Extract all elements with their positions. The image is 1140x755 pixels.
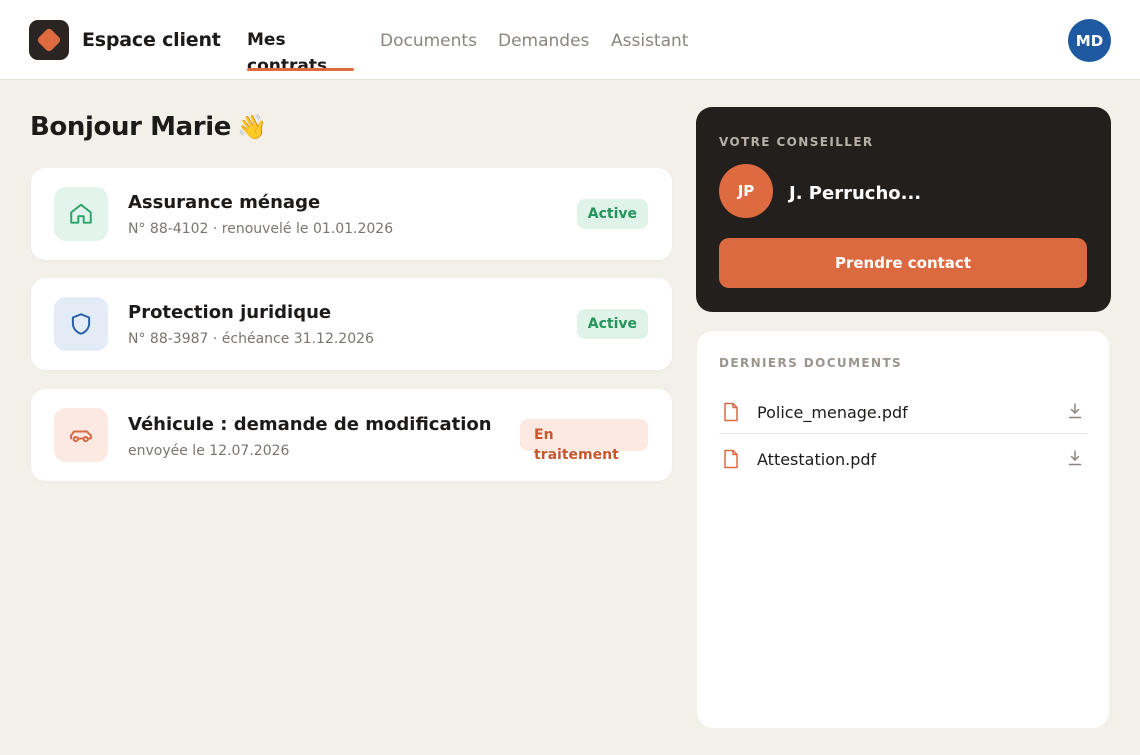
advisor-avatar: JP: [719, 164, 773, 218]
contract-card[interactable]: Protection juridique N° 88-3987 · échéan…: [31, 278, 672, 370]
shield-icon: [54, 297, 108, 351]
brand-name: Espace client: [82, 29, 221, 51]
advisor-name: J. Perrucho...: [789, 183, 922, 204]
contract-card[interactable]: Assurance ménage N° 88-4102 · renouvelé …: [31, 168, 672, 260]
documents-panel: DERNIERS DOCUMENTS Police_menage.pdf Att…: [697, 331, 1109, 728]
contract-subtitle: N° 88-3987 · échéance 31.12.2026: [128, 331, 374, 347]
document-name: Police_menage.pdf: [757, 403, 908, 422]
document-row[interactable]: Police_menage.pdf: [719, 388, 1087, 434]
contract-card[interactable]: Véhicule : demande de modification envoy…: [31, 389, 672, 481]
top-navigation-bar: Espace client Mes contrats Documents Dem…: [0, 0, 1140, 80]
advisor-panel: VOTRE CONSEILLER JP J. Perrucho... Prend…: [696, 107, 1111, 312]
brand-logo-icon[interactable]: [29, 20, 69, 60]
pdf-file-icon: [723, 402, 739, 426]
greeting-text: Bonjour Marie: [30, 112, 231, 142]
wave-emoji-icon: 👋: [236, 113, 267, 141]
active-tab-indicator: [247, 68, 354, 71]
pdf-file-icon: [723, 449, 739, 473]
tab-mes-contrats[interactable]: Mes contrats: [247, 27, 327, 71]
logo-diamond: [36, 27, 62, 53]
contact-button[interactable]: Prendre contact: [719, 238, 1087, 288]
download-icon[interactable]: [1067, 449, 1083, 471]
document-row[interactable]: Attestation.pdf: [719, 435, 1087, 481]
status-badge: En traitement: [520, 419, 648, 463]
document-name: Attestation.pdf: [757, 450, 877, 469]
tab-documents[interactable]: Documents: [380, 31, 477, 51]
tab-assistant[interactable]: Assistant: [611, 31, 688, 51]
contract-subtitle: N° 88-4102 · renouvelé le 01.01.2026: [128, 221, 394, 237]
home-icon: [54, 187, 108, 241]
download-icon[interactable]: [1067, 402, 1083, 424]
user-avatar[interactable]: MD: [1068, 19, 1111, 62]
contract-title: Assurance ménage: [128, 192, 321, 213]
advisor-section-label: VOTRE CONSEILLER: [719, 135, 874, 149]
status-badge: Active: [576, 199, 648, 229]
documents-section-label: DERNIERS DOCUMENTS: [719, 356, 903, 370]
tab-demandes[interactable]: Demandes: [498, 31, 589, 51]
contract-title: Protection juridique: [128, 302, 332, 323]
car-icon: [54, 408, 108, 462]
contract-title: Véhicule : demande de modification: [128, 414, 492, 435]
status-badge: Active: [576, 309, 648, 339]
greeting-heading: Bonjour Marie 👋: [30, 112, 267, 142]
contract-subtitle: envoyée le 12.07.2026: [128, 443, 290, 459]
